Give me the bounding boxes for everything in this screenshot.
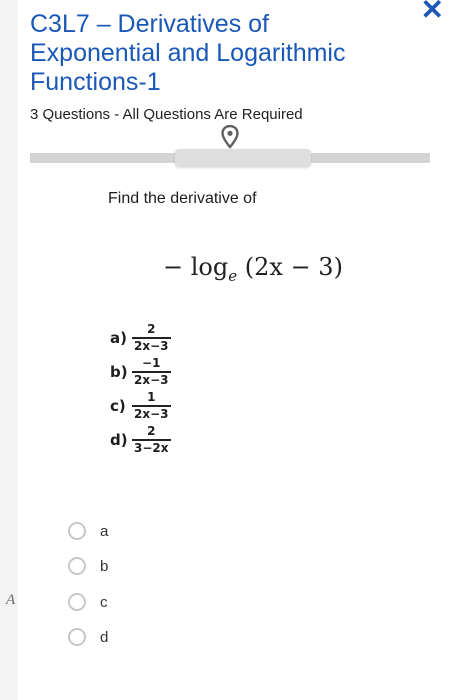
fraction-denominator: 2x−3 [134, 406, 169, 421]
choice-a: a) 2 2x−3 [110, 323, 171, 353]
progress-track [30, 149, 430, 167]
answer-option-c[interactable]: c [68, 593, 108, 611]
fraction-numerator: −1 [142, 356, 161, 370]
answer-label: c [100, 593, 108, 611]
choice-b: b) −1 2x−3 [110, 357, 171, 387]
answer-label: d [100, 628, 109, 646]
answer-label: b [100, 557, 109, 575]
choice-fraction: 2 2x−3 [132, 323, 171, 353]
choice-fraction: 1 2x−3 [132, 391, 171, 421]
choice-fraction: −1 2x−3 [132, 357, 171, 387]
expression-argument: (2x − 3) [244, 253, 343, 281]
close-icon[interactable]: ✕ [421, 0, 444, 24]
choice-fraction: 2 3−2x [132, 425, 171, 455]
radio-button[interactable] [68, 593, 86, 611]
answer-option-d[interactable]: d [68, 628, 108, 646]
choice-letter: b) [110, 362, 128, 381]
question-count-subtitle: 3 Questions - All Questions Are Required [30, 106, 303, 123]
choice-letter: c) [110, 396, 126, 415]
expression-log: − log [163, 253, 229, 281]
progress-slider-handle[interactable] [175, 149, 311, 167]
fraction-numerator: 2 [147, 424, 156, 438]
radio-button[interactable] [68, 557, 86, 575]
page-title: C3L7 – Derivatives of Exponential and Lo… [30, 10, 346, 96]
radio-button[interactable] [68, 522, 86, 540]
fraction-denominator: 2x−3 [134, 372, 169, 387]
expression-log-base: e [228, 266, 238, 285]
radio-button[interactable] [68, 628, 86, 646]
choice-letter: d) [110, 430, 128, 449]
answer-option-b[interactable]: b [68, 557, 108, 575]
choice-letter: a) [110, 328, 127, 347]
edge-glyph: A [6, 592, 16, 608]
location-pin-icon [221, 125, 239, 149]
fraction-numerator: 1 [147, 390, 156, 404]
quiz-card: ✕ C3L7 – Derivatives of Exponential and … [18, 0, 462, 700]
left-edge-strip: A [0, 0, 18, 700]
choice-d: d) 2 3−2x [110, 425, 171, 455]
fraction-numerator: 2 [147, 322, 156, 336]
question-expression: − loge (2x − 3) [163, 253, 343, 285]
answer-option-a[interactable]: a [68, 522, 108, 540]
question-prompt: Find the derivative of [108, 190, 257, 207]
fraction-denominator: 2x−3 [134, 338, 169, 353]
answer-label: a [100, 522, 109, 540]
choice-c: c) 1 2x−3 [110, 391, 171, 421]
fraction-denominator: 3−2x [134, 440, 169, 455]
